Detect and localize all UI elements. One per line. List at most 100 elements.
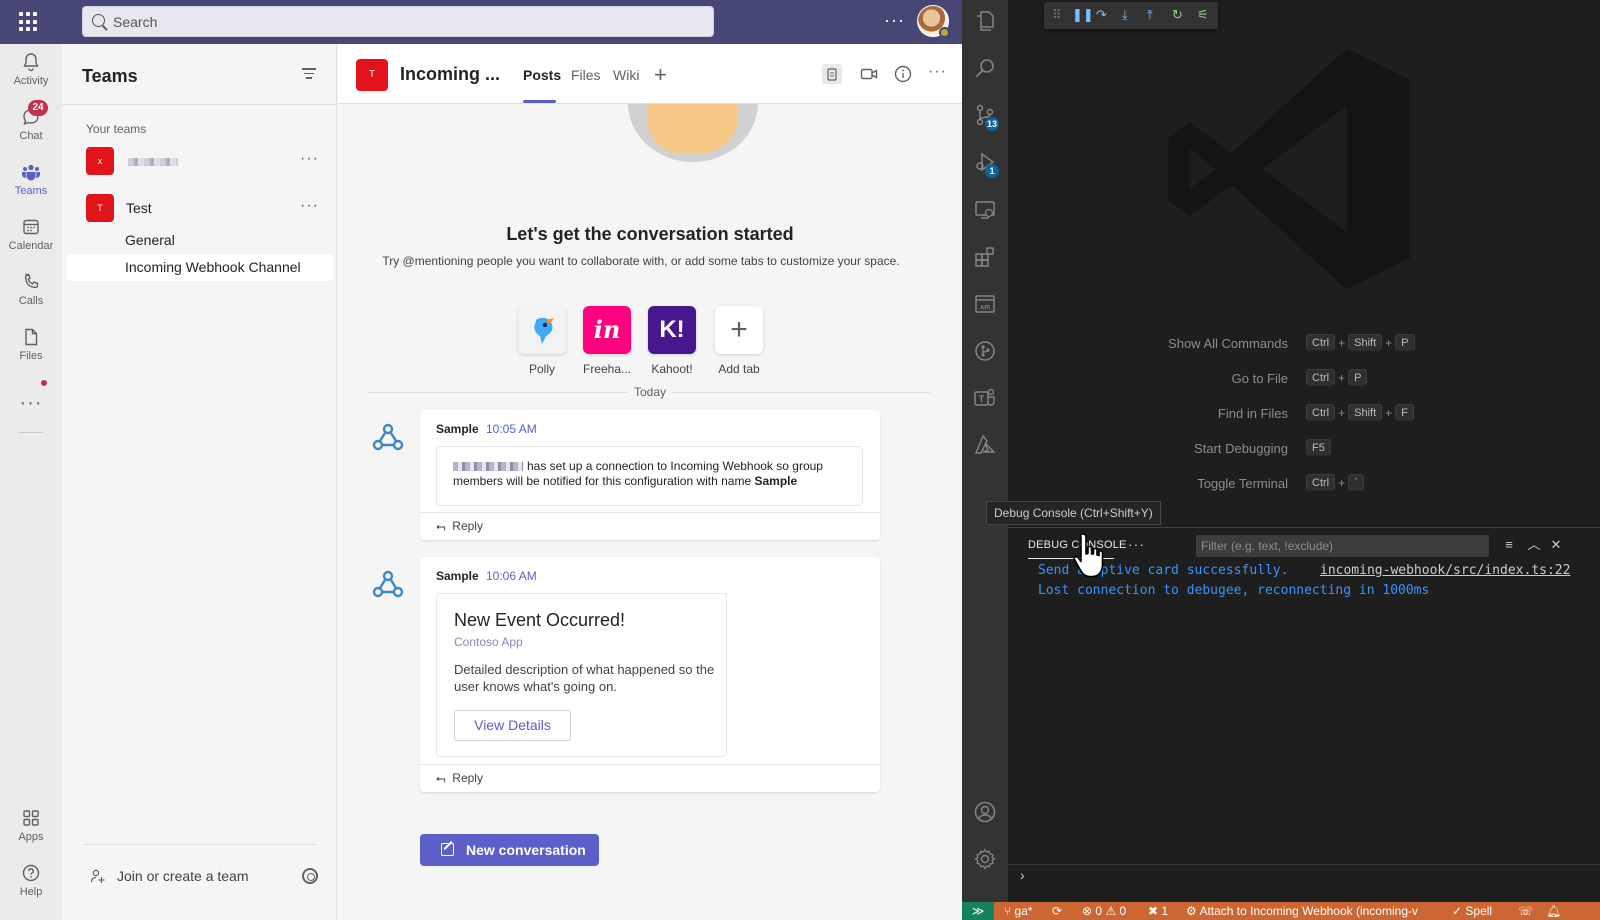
divider xyxy=(1008,864,1600,865)
welcome-heading: Let's get the conversation started xyxy=(506,224,794,244)
explorer-icon[interactable] xyxy=(973,9,997,33)
app-launcher-icon[interactable] xyxy=(18,11,40,33)
rail-teams[interactable]: Teams xyxy=(0,154,62,209)
shortcut-toggle-terminal: Toggle Terminal Ctrl + ` xyxy=(1008,474,1600,494)
channel-avatar: T xyxy=(356,59,388,91)
close-panel-icon[interactable]: ✕ xyxy=(1549,538,1563,552)
post-1: Sample 10:05 AM has set up a connection … xyxy=(420,410,880,540)
remote-explorer-icon[interactable] xyxy=(973,198,997,222)
accounts-icon[interactable] xyxy=(973,800,997,824)
rail-apps[interactable]: Apps xyxy=(0,800,62,855)
problems-indicator[interactable]: ⊗ 0 ⚠ 0 xyxy=(1082,903,1126,919)
team-avatar: x xyxy=(86,147,114,175)
team-more-icon[interactable]: ··· xyxy=(300,150,319,168)
filter-icon[interactable] xyxy=(302,68,316,80)
team-more-icon[interactable]: ··· xyxy=(300,197,319,215)
warning-icon: ⚠ xyxy=(1105,904,1117,918)
new-conversation-button[interactable]: New conversation xyxy=(420,834,599,866)
console-prompt-chevron-icon[interactable]: › xyxy=(1020,867,1025,883)
card-title: New Event Occurred! xyxy=(454,610,626,630)
step-over-icon[interactable]: ↷ xyxy=(1096,7,1107,23)
manage-gear-icon[interactable] xyxy=(973,847,997,871)
channel-more-icon[interactable]: ··· xyxy=(928,63,947,81)
more-apps-icon[interactable]: ··· xyxy=(0,392,62,415)
search-icon[interactable] xyxy=(973,56,997,80)
your-teams-label: Your teams xyxy=(86,122,147,136)
clear-console-icon[interactable]: ≡ xyxy=(1502,538,1516,552)
maximize-panel-icon[interactable]: ︿ xyxy=(1527,538,1541,552)
team-item-test[interactable]: T Test ··· xyxy=(86,191,326,222)
scm-count-badge: 13 xyxy=(985,117,999,131)
step-out-icon[interactable]: ⤒ xyxy=(1147,7,1153,23)
rail-files[interactable]: Files xyxy=(0,319,62,374)
channel-general[interactable]: General xyxy=(67,227,333,254)
freehand-app-tile[interactable]: in xyxy=(583,306,631,354)
teams-top-bar: ··· xyxy=(0,0,962,44)
remote-indicator-icon[interactable]: ≫ xyxy=(962,902,994,920)
reply-button[interactable]: ⮢ Reply xyxy=(436,771,483,786)
git-graph-icon[interactable] xyxy=(973,339,997,363)
tab-wiki[interactable]: Wiki xyxy=(613,67,639,83)
presence-status-icon xyxy=(939,27,950,38)
tab-files[interactable]: Files xyxy=(571,67,601,83)
channel-incoming-webhook[interactable]: Incoming Webhook Channel xyxy=(67,254,333,281)
compose-icon xyxy=(441,843,454,856)
vscode-watermark-logo xyxy=(1168,48,1410,290)
disconnect-icon[interactable]: ⚟ xyxy=(1197,7,1209,23)
search-box[interactable] xyxy=(82,6,714,37)
meeting-notes-icon[interactable] xyxy=(822,64,842,84)
settings-more-icon[interactable]: ··· xyxy=(884,10,905,31)
app-label: Freeha... xyxy=(582,362,632,376)
search-input[interactable] xyxy=(113,11,693,33)
add-tab-icon[interactable]: + xyxy=(654,62,667,88)
branch-indicator[interactable]: ⑂ ga* xyxy=(1004,903,1033,919)
team-name: Test xyxy=(126,200,152,216)
date-divider-label: Today xyxy=(628,385,673,399)
channel-header: T Incoming ... Posts Files Wiki + ··· xyxy=(338,44,962,104)
debug-launch-config[interactable]: ⚙ Attach to Incoming Webhook (incoming-v xyxy=(1186,903,1422,919)
profile-avatar[interactable] xyxy=(917,5,950,38)
console-source-link[interactable]: incoming-webhook/src/index.ts:22 xyxy=(1320,563,1570,578)
teams-list-title: Teams xyxy=(82,66,138,86)
rail-calls[interactable]: Calls xyxy=(0,264,62,319)
drag-handle-icon[interactable]: ⠿ xyxy=(1052,7,1062,23)
feedback-icon[interactable]: ☏ xyxy=(1518,903,1533,919)
bell-icon xyxy=(23,53,39,72)
sync-icon[interactable]: ⟳ xyxy=(1052,903,1062,919)
rail-chat[interactable]: 24 Chat xyxy=(0,99,62,154)
join-create-team-link[interactable]: Join or create a team xyxy=(117,868,249,884)
info-icon[interactable] xyxy=(893,64,913,84)
ports-indicator[interactable]: ✖ 1 xyxy=(1148,903,1168,919)
kahoot-app-tile[interactable]: K! xyxy=(648,306,696,354)
extensions-icon[interactable] xyxy=(973,245,997,269)
rail-calendar[interactable]: Calendar xyxy=(0,209,62,264)
manage-teams-gear-icon[interactable] xyxy=(302,868,318,884)
azure-icon[interactable] xyxy=(973,433,997,457)
console-filter-input[interactable] xyxy=(1196,535,1489,557)
step-into-icon[interactable]: ⤓ xyxy=(1122,7,1128,23)
polly-app-tile[interactable] xyxy=(518,306,566,354)
chat-unread-badge: 24 xyxy=(28,100,48,116)
rail-activity[interactable]: Activity xyxy=(0,44,62,99)
add-tab-tile[interactable]: + xyxy=(715,306,763,354)
view-details-button[interactable]: View Details xyxy=(454,710,571,741)
webhook-avatar-icon xyxy=(372,570,404,598)
video-call-icon[interactable] xyxy=(859,64,879,84)
active-tab-indicator xyxy=(523,100,556,103)
teams-toolkit-icon[interactable]: T xyxy=(973,386,997,410)
tab-posts[interactable]: Posts xyxy=(523,67,561,83)
reply-button[interactable]: ⮢ Reply xyxy=(436,519,483,534)
post-time: 10:06 AM xyxy=(486,569,537,583)
rail-help[interactable]: Help xyxy=(0,855,62,910)
team-item-1[interactable]: x ··· xyxy=(86,144,326,175)
notifications-bell-icon[interactable]: 🔔︎ xyxy=(1546,903,1561,919)
pause-icon[interactable]: ❚❚ xyxy=(1072,7,1094,23)
teams-icon xyxy=(21,164,41,181)
post-time: 10:05 AM xyxy=(486,422,537,436)
calendar-icon xyxy=(23,219,39,235)
panel-more-icon[interactable]: ··· xyxy=(1128,536,1145,552)
post-message-config-name: Sample xyxy=(754,474,798,488)
spell-check-indicator[interactable]: ✓ Spell xyxy=(1452,903,1492,919)
restart-icon[interactable]: ↻ xyxy=(1172,7,1183,23)
api-icon[interactable]: API xyxy=(973,292,997,316)
